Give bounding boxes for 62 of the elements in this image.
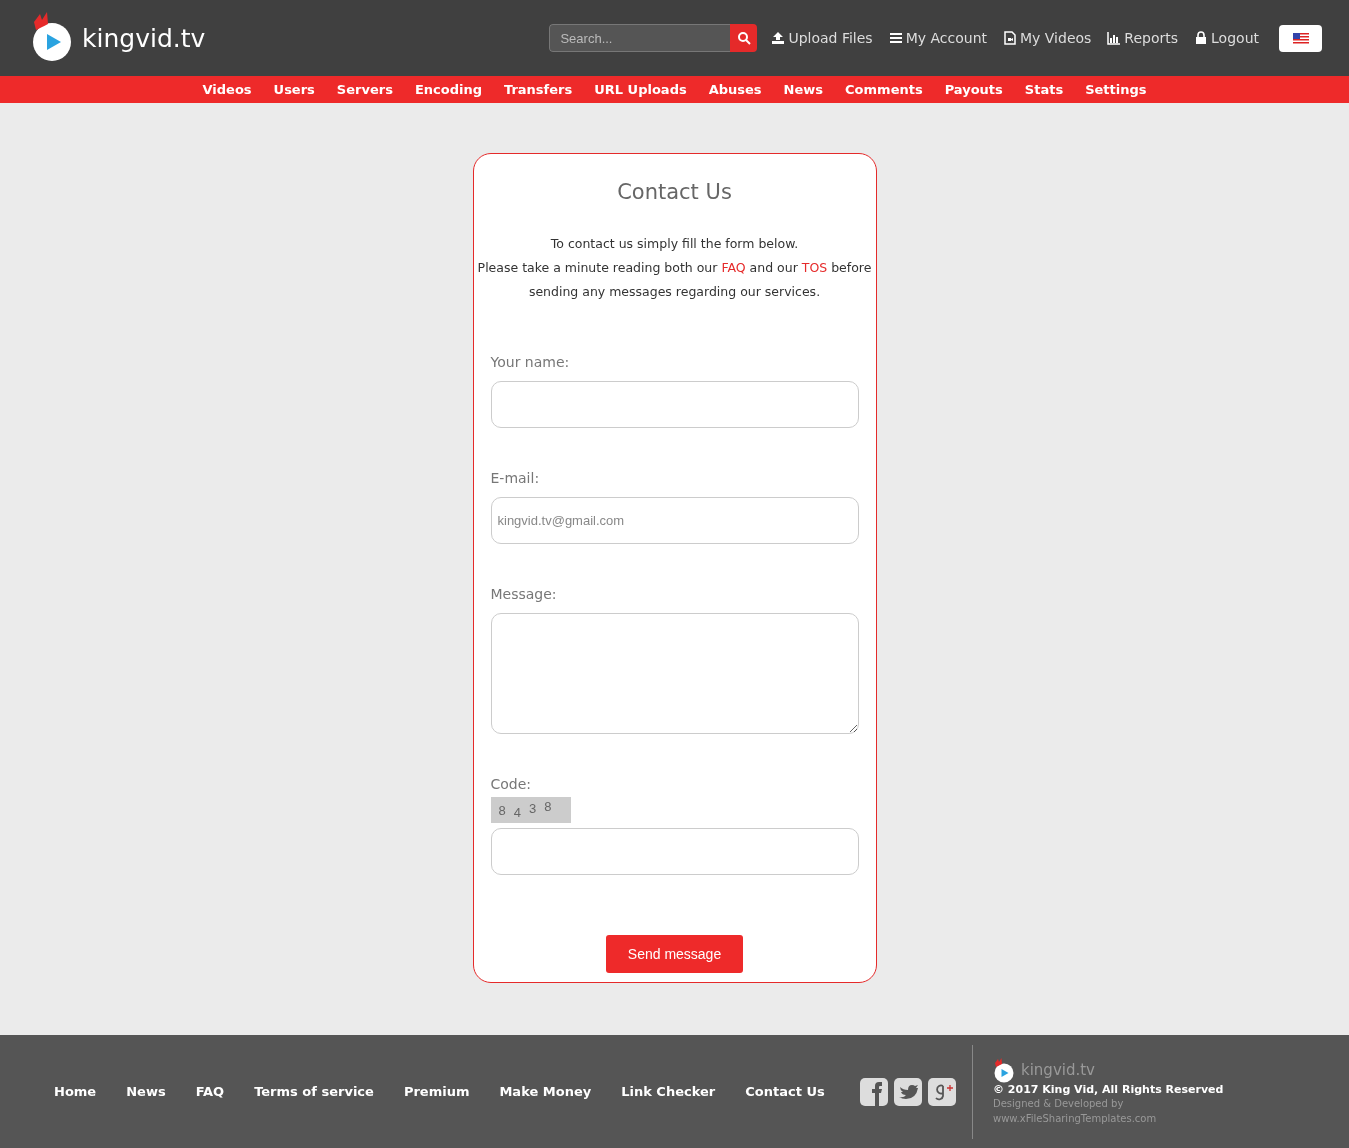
captcha-digit: 8 [544, 798, 552, 816]
message-field[interactable] [490, 613, 859, 734]
credit-text: Designed & Developed by [993, 1097, 1125, 1111]
header-link[interactable]: Reports [1107, 30, 1179, 46]
footer-link[interactable]: Premium [403, 1084, 470, 1099]
nav-link[interactable]: Abuses [708, 82, 762, 97]
document-icon [1003, 31, 1017, 45]
footer-link[interactable]: FAQ [195, 1084, 225, 1099]
upload-icon [771, 31, 786, 45]
form-title: Contact Us [617, 180, 732, 204]
nav-link[interactable]: URL Uploads [594, 82, 687, 97]
text-link[interactable]: FAQ [721, 260, 746, 275]
nav-link[interactable]: Servers [336, 82, 393, 97]
field-label: Message: [490, 586, 558, 602]
copyright-text: © 2017 King Vid, All Rights Reserved [993, 1083, 1224, 1096]
footer-link[interactable]: Link Checker [621, 1084, 716, 1099]
header-link[interactable]: My Videos [1003, 30, 1092, 46]
list-icon [888, 31, 903, 45]
field-label: E-mail: [490, 470, 541, 486]
send-button[interactable]: Send message [606, 935, 743, 973]
code-field[interactable] [490, 828, 859, 875]
captcha-digit: 4 [513, 804, 521, 822]
language-button[interactable] [1279, 24, 1322, 52]
field-label: Your name: [490, 354, 571, 370]
twitter-icon[interactable] [894, 1077, 922, 1106]
header-link[interactable]: Logout [1194, 30, 1259, 46]
nav-link[interactable]: Payouts [944, 82, 1003, 97]
header-link[interactable]: My Account [888, 30, 987, 46]
footer-link[interactable]: News [126, 1084, 166, 1099]
captcha-digit: 3 [528, 800, 537, 818]
bar-chart-icon [1107, 31, 1122, 45]
google-plus-icon[interactable] [928, 1077, 956, 1106]
nav-link[interactable]: News [783, 82, 824, 97]
play-logo-icon [30, 10, 74, 62]
footer-link[interactable]: Contact Us [745, 1084, 825, 1099]
footer-link[interactable]: Terms of service [254, 1084, 374, 1099]
facebook-icon[interactable] [860, 1077, 888, 1106]
nav-link[interactable]: Encoding [414, 82, 482, 97]
nav-link[interactable]: Videos [202, 82, 252, 97]
flag-icon [1292, 32, 1309, 44]
field-label: Code: [490, 776, 533, 792]
header-link[interactable]: Upload Files [771, 30, 873, 46]
input-field[interactable] [490, 381, 859, 428]
search-field[interactable]: Search... [549, 24, 731, 52]
nav-link[interactable]: Stats [1024, 82, 1064, 97]
lock-icon [1194, 31, 1209, 45]
nav-link[interactable]: Comments [845, 82, 923, 97]
search-icon[interactable] [730, 24, 758, 52]
site-logo-text[interactable]: kingvid.tv [82, 23, 206, 53]
nav-link[interactable]: Settings [1085, 82, 1147, 97]
credit-text: www.xFileSharingTemplates.com [993, 1112, 1158, 1126]
notice-text: Please take a minute reading both our FAQ and our TOS before sending any messages regarding our services. [476, 259, 873, 301]
intro-text: To contact us simply fill the form below. [550, 235, 799, 253]
nav-link[interactable]: Transfers [504, 82, 573, 97]
captcha-digit: 8 [498, 802, 506, 820]
footer-logo-text: kingvid.tv [1021, 1061, 1095, 1079]
play-logo-icon [993, 1057, 1015, 1083]
footer-link[interactable]: Make Money [499, 1084, 592, 1099]
footer-link[interactable]: Home [54, 1084, 97, 1099]
nav-link[interactable]: Users [273, 82, 315, 97]
text-link[interactable]: TOS [801, 260, 828, 275]
input-field[interactable]: kingvid.tv@gmail.com [490, 497, 859, 544]
